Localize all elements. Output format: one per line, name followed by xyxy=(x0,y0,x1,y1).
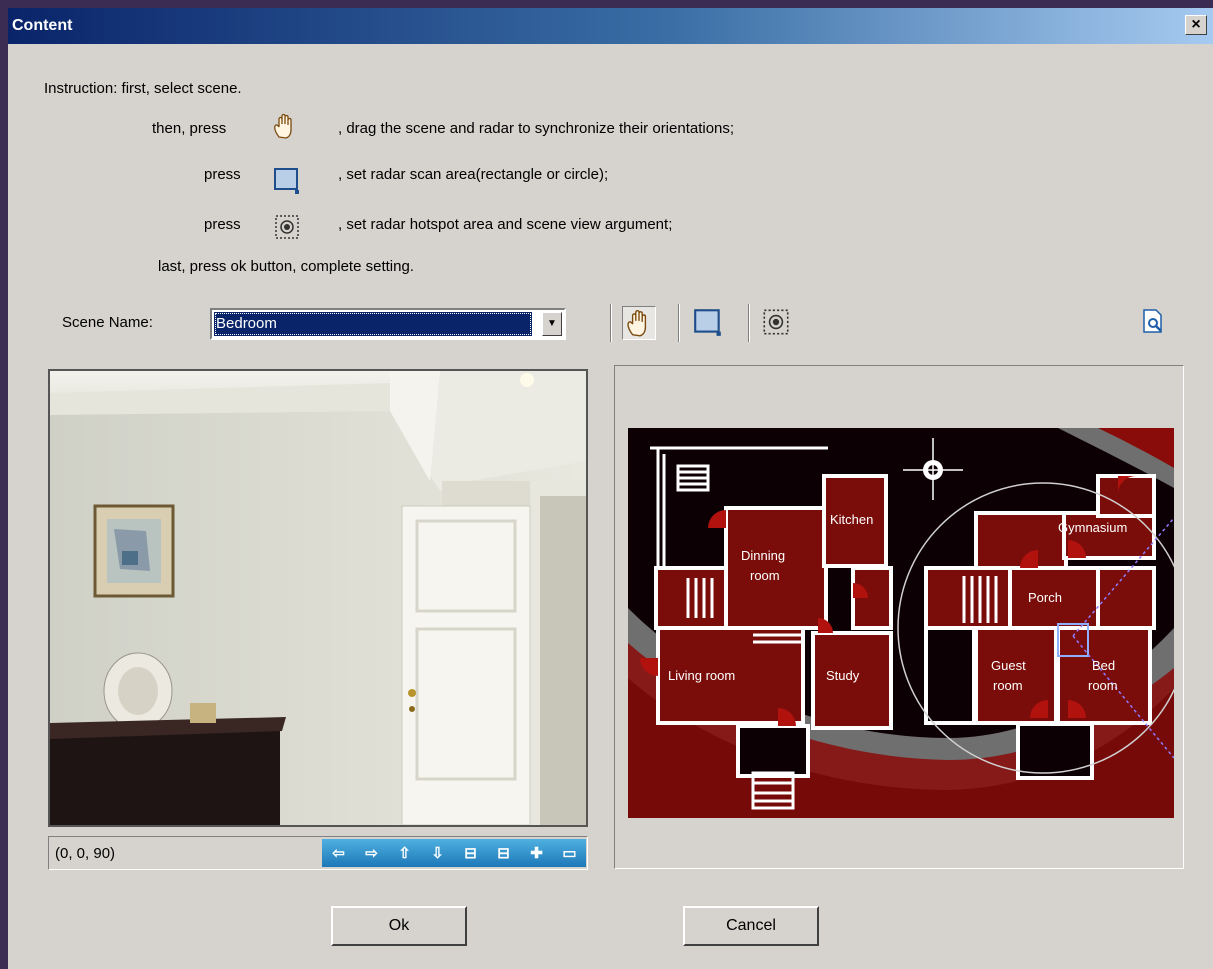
instruction-line-4-suffix: , set radar hotspot area and scene view … xyxy=(338,216,673,233)
cancel-button[interactable]: Cancel xyxy=(683,906,819,946)
room-label-dinning: Dinning xyxy=(741,548,785,563)
scene-select[interactable]: Bedroom ▼ xyxy=(210,308,566,340)
close-button[interactable]: × xyxy=(1185,15,1207,35)
room-label-guest: Guest xyxy=(991,658,1026,673)
rectangle-icon xyxy=(274,168,299,194)
scene-image xyxy=(50,371,586,825)
hotspot-icon xyxy=(763,309,789,335)
room-label-guest-2: room xyxy=(993,678,1023,693)
zoom-out-button[interactable]: ⊟ xyxy=(459,844,483,862)
radar-panel: Kitchen Dinning room Living room Study G… xyxy=(614,365,1184,869)
hotspot-icon xyxy=(275,215,299,239)
toolbar-divider xyxy=(610,304,612,342)
pan-down-button[interactable]: ⇩ xyxy=(426,844,450,862)
room-label-dinning-2: room xyxy=(750,568,780,583)
toolbar-divider xyxy=(748,304,750,342)
hand-icon xyxy=(274,113,292,139)
window-frame: Content × Instruction: first, select sce… xyxy=(0,0,1213,969)
hand-icon xyxy=(627,310,647,337)
rectangle-tool-button[interactable] xyxy=(692,306,726,340)
room-label-living: Living room xyxy=(668,668,735,683)
radar-map[interactable]: Kitchen Dinning room Living room Study G… xyxy=(628,428,1174,818)
instruction-line-3-prefix: press xyxy=(204,166,241,183)
instruction-line-5: last, press ok button, complete setting. xyxy=(158,258,414,275)
zoom-in-button[interactable]: ⊟ xyxy=(492,844,516,862)
scene-status-bar: (0, 0, 90) ⇦ ⇨ ⇧ ⇩ ⊟ ⊟ ✚ ▭ xyxy=(48,836,588,870)
zoom-minus-button[interactable]: ▭ xyxy=(558,844,582,862)
scene-nav-toolbar: ⇦ ⇨ ⇧ ⇩ ⊟ ⊟ ✚ ▭ xyxy=(322,839,586,867)
hotspot-tool-button[interactable] xyxy=(760,306,794,340)
room-label-bed: Bed xyxy=(1092,658,1115,673)
toolbar-divider xyxy=(678,304,680,342)
instruction-line-2-prefix: then, press xyxy=(152,120,227,137)
view-coordinates: (0, 0, 90) xyxy=(55,845,116,862)
pan-right-button[interactable]: ⇨ xyxy=(360,844,384,862)
instruction-line-4-prefix: press xyxy=(204,216,241,233)
content-dialog: Content × Instruction: first, select sce… xyxy=(8,8,1213,969)
zoom-plus-button[interactable]: ✚ xyxy=(525,844,549,862)
room-label-study: Study xyxy=(826,668,860,683)
instruction-line-2-suffix: , drag the scene and radar to synchroniz… xyxy=(338,120,735,137)
title-bar[interactable]: Content × xyxy=(8,8,1213,44)
instruction-line-3-suffix: , set radar scan area(rectangle or circl… xyxy=(338,166,609,183)
room-label-porch: Porch xyxy=(1028,590,1062,605)
ok-button[interactable]: Ok xyxy=(331,906,467,946)
instruction-line-1: Instruction: first, select scene. xyxy=(44,80,242,97)
preview-button[interactable] xyxy=(1138,306,1172,340)
floor-plan: Kitchen Dinning room Living room Study G… xyxy=(628,428,1174,818)
room-label-kitchen: Kitchen xyxy=(830,512,873,527)
scene-view[interactable] xyxy=(48,369,588,827)
window-title: Content xyxy=(12,17,73,34)
chevron-down-icon[interactable]: ▼ xyxy=(542,312,562,336)
scene-select-value: Bedroom xyxy=(214,312,532,336)
pan-left-button[interactable]: ⇦ xyxy=(327,844,351,862)
pan-up-button[interactable]: ⇧ xyxy=(393,844,417,862)
room-label-bed-2: room xyxy=(1088,678,1118,693)
room-label-gym: Gymnasium xyxy=(1058,520,1127,535)
preview-icon xyxy=(1143,309,1162,333)
scene-name-label: Scene Name: xyxy=(62,314,153,331)
rectangle-icon xyxy=(694,309,721,336)
hand-tool-button[interactable] xyxy=(622,306,656,340)
